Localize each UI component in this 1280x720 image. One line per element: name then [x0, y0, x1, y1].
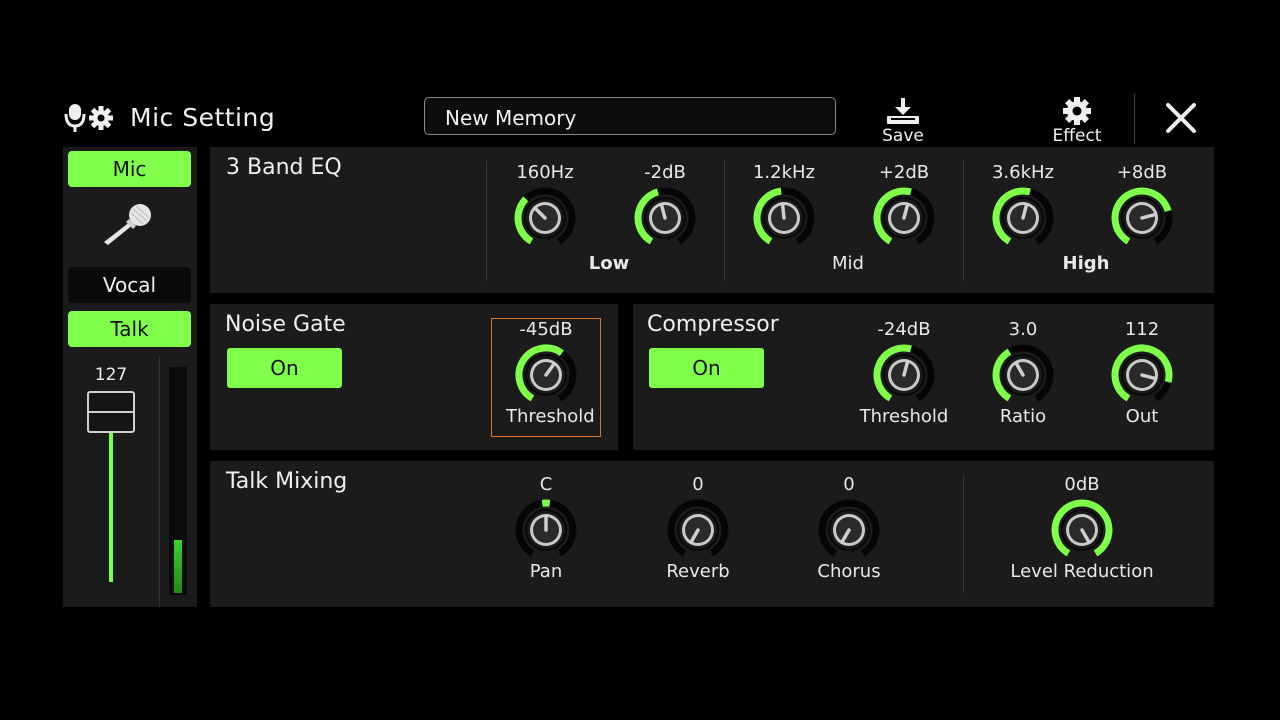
band-label-high: High	[1062, 253, 1110, 274]
effect-button[interactable]: Effect	[1040, 96, 1114, 146]
tab-mic[interactable]: Mic	[68, 151, 191, 187]
sidebar: Mic Vocal Talk 127	[63, 147, 197, 607]
knob-value: 3.0	[1008, 319, 1038, 340]
knob-comp-ratio[interactable]: 3.0 Ratio	[983, 318, 1063, 427]
knob-value: 160Hz	[516, 162, 574, 183]
fader-track[interactable]	[109, 432, 113, 582]
knob-dial[interactable]	[864, 185, 944, 249]
knob-label: Level Reduction	[1010, 561, 1154, 582]
compressor-on-button[interactable]: On	[649, 348, 764, 388]
header-divider	[1134, 94, 1135, 144]
knob-value: 1.2kHz	[752, 162, 816, 183]
effect-label: Effect	[1052, 126, 1102, 146]
knob-pan[interactable]: C Pan	[506, 473, 586, 582]
gear-icon	[1063, 97, 1091, 125]
memory-name-text: New Memory	[445, 106, 577, 130]
talk-mixing-panel: Talk Mixing C Pan 0 Reverb 0 Chorus 0dB …	[210, 461, 1214, 607]
eq-divider	[963, 161, 964, 281]
knob-level-reduction[interactable]: 0dB Level Reduction	[1010, 473, 1153, 582]
knob-dial[interactable]	[1102, 342, 1182, 406]
band-label-mid: Mid	[832, 253, 864, 274]
knob-label: Threshold	[859, 406, 949, 427]
sidebar-divider	[159, 357, 160, 607]
knob-dial[interactable]	[505, 185, 585, 249]
knob-label: Reverb	[666, 561, 730, 582]
mic-gear-icon	[64, 102, 118, 134]
memory-name-field[interactable]: New Memory	[424, 97, 836, 135]
knob-dial[interactable]	[864, 342, 944, 406]
knob-value: 0dB	[1064, 474, 1100, 495]
level-meter-fill	[174, 540, 182, 593]
knob-dial[interactable]	[1102, 185, 1182, 249]
noise-gate-title: Noise Gate	[225, 312, 346, 337]
knob-value: 0	[692, 474, 704, 495]
knob-dial[interactable]	[658, 497, 738, 561]
knob-value: -24dB	[877, 319, 931, 340]
knob-low-gain[interactable]: -2dB	[625, 161, 705, 249]
knob-dial[interactable]	[625, 185, 705, 249]
knob-high-freq[interactable]: 3.6kHz	[983, 161, 1063, 249]
knob-chorus[interactable]: 0 Chorus	[809, 473, 889, 582]
knob-dial[interactable]	[744, 185, 824, 249]
knob-label: Pan	[529, 561, 563, 582]
band-label-low: Low	[588, 253, 630, 274]
knob-mid-freq[interactable]: 1.2kHz	[744, 161, 824, 249]
knob-low-freq[interactable]: 160Hz	[505, 161, 585, 249]
save-icon	[887, 98, 919, 124]
noise-gate-on-button[interactable]: On	[227, 348, 342, 388]
knob-high-gain[interactable]: +8dB	[1102, 161, 1182, 249]
tab-vocal[interactable]: Vocal	[68, 267, 191, 303]
knob-comp-out[interactable]: 112 Out	[1102, 318, 1182, 427]
knob-value: 112	[1124, 319, 1160, 340]
microphone-icon	[98, 199, 162, 247]
knob-label: Chorus	[817, 561, 881, 582]
knob-value: C	[539, 474, 553, 495]
talk-mixing-divider	[963, 475, 964, 593]
knob-value: +8dB	[1116, 162, 1168, 183]
knob-value: +2dB	[878, 162, 930, 183]
eq-divider	[486, 161, 487, 281]
eq-title: 3 Band EQ	[226, 155, 342, 180]
knob-dial[interactable]	[1042, 497, 1122, 561]
save-label: Save	[882, 126, 924, 146]
selection-highlight	[491, 318, 601, 437]
compressor-title: Compressor	[647, 312, 779, 337]
knob-dial[interactable]	[983, 185, 1063, 249]
knob-label: Out	[1125, 406, 1159, 427]
page-title: Mic Setting	[130, 103, 276, 132]
knob-value: 0	[843, 474, 855, 495]
knob-dial[interactable]	[506, 497, 586, 561]
knob-value: 3.6kHz	[991, 162, 1055, 183]
close-icon	[1166, 103, 1196, 133]
knob-label: Ratio	[999, 406, 1047, 427]
compressor-panel: Compressor On -24dB Threshold 3.0 Ratio …	[633, 304, 1214, 450]
close-button[interactable]	[1158, 96, 1204, 140]
knob-comp-threshold[interactable]: -24dB Threshold	[860, 318, 949, 427]
eq-panel: 3 Band EQ 160Hz -2dB Low 1.2kHz +2dB Mid…	[210, 147, 1214, 293]
knob-dial[interactable]	[983, 342, 1063, 406]
talk-mixing-title: Talk Mixing	[226, 469, 348, 494]
fader-value: 127	[94, 365, 128, 385]
tab-talk[interactable]: Talk	[68, 311, 191, 347]
save-button[interactable]: Save	[870, 96, 936, 146]
knob-mid-gain[interactable]: +2dB	[864, 161, 944, 249]
eq-divider	[724, 161, 725, 281]
knob-reverb[interactable]: 0 Reverb	[658, 473, 738, 582]
fader-handle[interactable]	[87, 391, 135, 433]
knob-value: -2dB	[644, 162, 686, 183]
knob-dial[interactable]	[809, 497, 889, 561]
